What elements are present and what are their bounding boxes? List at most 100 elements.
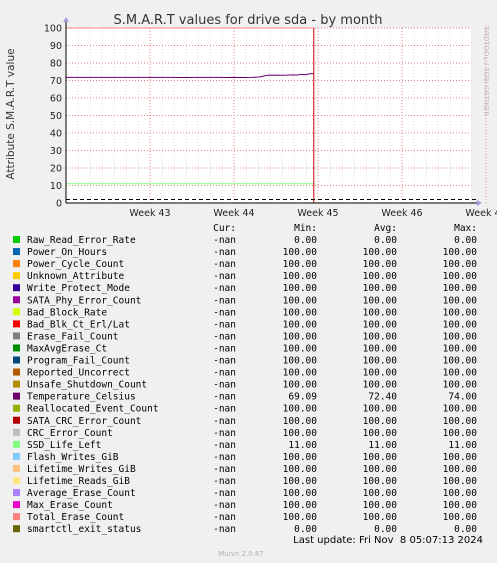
legend-value-avg: 100.00 (363, 343, 398, 354)
y-tick-label: 20 (50, 164, 62, 175)
y-tick-label: 70 (50, 76, 62, 87)
legend-value-max: 100.00 (443, 307, 478, 318)
legend-value-max: 100.00 (443, 283, 478, 294)
legend-value-max: 100.00 (443, 500, 478, 511)
rrdtool-watermark: RRDTOOL / TOBI OETIKER (482, 26, 490, 116)
legend-series-name: smartctl_exit_status (27, 524, 141, 535)
legend-value-min: 100.00 (283, 283, 318, 294)
legend-value-avg: 100.00 (363, 452, 398, 463)
legend-series-name: Power_Cycle_Count (27, 259, 124, 270)
legend-swatch (13, 344, 20, 352)
legend-value-min: 100.00 (283, 356, 318, 367)
legend-value-max: 11.00 (448, 440, 477, 451)
legend-value-cur: -nan (213, 368, 236, 379)
legend-value-avg: 100.00 (363, 356, 398, 367)
legend-series-name: SATA_CRC_Error_Count (27, 416, 141, 427)
legend-value-avg: 100.00 (363, 428, 398, 439)
legend-series-name: Max_Erase_Count (27, 500, 113, 511)
legend-value-min: 0.00 (294, 524, 317, 535)
legend-swatch (13, 272, 20, 280)
legend-series-name: Lifetime_Writes_GiB (27, 464, 136, 475)
legend-value-min: 100.00 (283, 331, 318, 342)
x-tick-label: Week 46 (381, 208, 422, 219)
legend-header-avg: Avg: (374, 223, 397, 234)
legend-value-cur: -nan (213, 392, 236, 403)
legend-series-name: MaxAvgErase_Ct (27, 343, 107, 354)
legend-value-min: 0.00 (294, 235, 317, 246)
legend-value-max: 100.00 (443, 512, 478, 523)
legend-value-avg: 100.00 (363, 500, 398, 511)
x-tick-label: Week 43 (129, 208, 170, 219)
legend-value-avg: 100.00 (363, 319, 398, 330)
legend-value-min: 100.00 (283, 319, 318, 330)
legend-series-name: Erase_Fail_Count (27, 331, 119, 342)
legend-series-name: Write_Protect_Mode (27, 283, 130, 294)
legend-value-cur: -nan (213, 343, 236, 354)
legend-value-avg: 100.00 (363, 331, 398, 342)
legend-series-name: Temperature_Celsius (27, 392, 136, 403)
chart-title: S.M.A.R.T values for drive sda - by mont… (114, 13, 383, 28)
legend-value-cur: -nan (213, 500, 236, 511)
legend-value-avg: 100.00 (363, 416, 398, 427)
legend-series-name: Reallocated_Event_Count (27, 404, 159, 415)
legend-value-avg: 100.00 (363, 476, 398, 487)
legend-value-max: 100.00 (443, 404, 478, 415)
legend-swatch (13, 308, 20, 316)
legend-swatch (13, 501, 20, 509)
legend-swatch (13, 332, 20, 340)
legend-value-cur: -nan (213, 380, 236, 391)
legend-series-name: Flash_Writes_GiB (27, 452, 119, 463)
y-tick-label: 10 (50, 181, 62, 192)
legend-series-name: Program_Fail_Count (27, 356, 130, 367)
x-axis-arrow-icon (477, 200, 482, 206)
y-tick-label: 50 (50, 111, 62, 122)
legend: Cur: Min: Avg: Max: Raw_Read_Error_Rate -nan 0… (13, 223, 477, 535)
legend-swatch (13, 452, 20, 460)
legend-series-name: Average_Erase_Count (27, 488, 136, 499)
legend-swatch (13, 284, 20, 292)
legend-swatch (13, 525, 20, 533)
legend-value-avg: 100.00 (363, 295, 398, 306)
legend-value-max: 100.00 (443, 271, 478, 282)
legend-value-avg: 100.00 (363, 283, 398, 294)
legend-value-cur: -nan (213, 319, 236, 330)
legend-value-avg: 72.40 (368, 392, 397, 403)
legend-value-cur: -nan (213, 295, 236, 306)
legend-swatch (13, 477, 20, 484)
last-update: Last update: Fri Nov 8 05:07:13 2024 (293, 535, 483, 546)
legend-series-name: Unsafe_Shutdown_Count (27, 380, 147, 391)
legend-series-name: Bad_Blk_Ct_Erl/Lat (27, 319, 130, 330)
legend-value-min: 100.00 (283, 307, 318, 318)
x-tick-label: Week 45 (297, 208, 338, 219)
legend-value-avg: 100.00 (363, 380, 398, 391)
legend-value-max: 100.00 (443, 331, 478, 342)
legend-value-min: 100.00 (283, 476, 318, 487)
legend-value-max: 100.00 (443, 368, 478, 379)
legend-value-min: 100.00 (283, 343, 318, 354)
legend-value-cur: -nan (213, 247, 236, 258)
legend-value-avg: 0.00 (374, 235, 397, 246)
y-tick-label: 30 (50, 146, 62, 157)
legend-value-cur: -nan (213, 452, 236, 463)
legend-value-avg: 100.00 (363, 271, 398, 282)
legend-value-min: 11.00 (288, 440, 317, 451)
legend-swatch (13, 428, 20, 436)
legend-value-min: 100.00 (283, 247, 318, 258)
legend-value-max: 100.00 (443, 464, 478, 475)
legend-value-avg: 100.00 (363, 307, 398, 318)
legend-value-min: 100.00 (283, 428, 318, 439)
legend-value-min: 100.00 (283, 500, 318, 511)
legend-header-max: Max: (454, 223, 477, 234)
legend-series-name: Raw_Read_Error_Rate (27, 235, 136, 246)
legend-value-cur: -nan (213, 476, 236, 487)
legend-value-cur: -nan (213, 356, 236, 367)
legend-swatch (13, 464, 20, 472)
legend-value-min: 100.00 (283, 380, 318, 391)
legend-value-max: 100.00 (443, 356, 478, 367)
legend-value-max: 100.00 (443, 488, 478, 499)
legend-value-min: 100.00 (283, 368, 318, 379)
legend-value-avg: 11.00 (368, 440, 397, 451)
legend-value-max: 100.00 (443, 452, 478, 463)
legend-value-max: 100.00 (443, 295, 478, 306)
legend-value-cur: -nan (213, 404, 236, 415)
